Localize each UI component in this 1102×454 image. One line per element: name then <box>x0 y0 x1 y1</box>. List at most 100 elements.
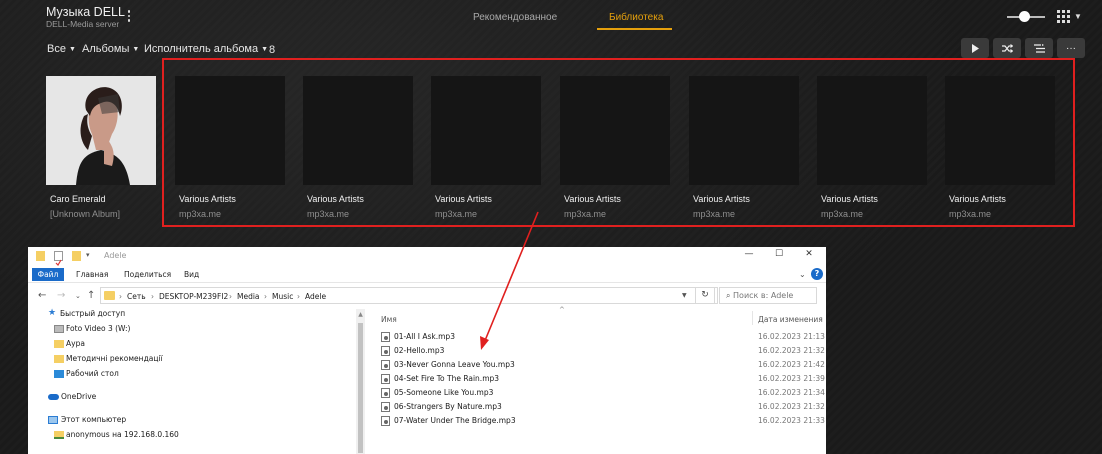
drive-icon <box>54 325 64 333</box>
shuffle-button[interactable] <box>993 38 1021 58</box>
back-arrow-icon[interactable]: ← <box>38 290 46 301</box>
file-date: 16.02.2023 21:34 <box>758 388 825 397</box>
folder-icon <box>36 251 45 261</box>
audio-file-icon <box>381 360 390 370</box>
breadcrumb-item[interactable]: DESKTOP-M239FI2 <box>159 292 228 301</box>
file-name[interactable]: 04-Set Fire To The Rain.mp3 <box>394 374 499 383</box>
filter-sort[interactable]: Исполнитель альбома ▼ <box>144 43 268 55</box>
shuffle-icon <box>1001 43 1013 53</box>
chevron-down-icon: ▼ <box>132 46 140 53</box>
filter-type[interactable]: Альбомы ▼ <box>82 43 139 55</box>
file-row[interactable]: 04-Set Fire To The Rain.mp3 16.02.2023 2… <box>368 372 826 386</box>
play-icon <box>972 43 979 53</box>
file-row[interactable]: 01-All I Ask.mp3 16.02.2023 21:13 <box>368 330 826 344</box>
folder-icon <box>104 291 115 300</box>
file-explorer-window: ▾ Adele — ☐ ✕ Файл Главная Поделиться Ви… <box>28 247 826 454</box>
breadcrumb-separator-icon[interactable]: › <box>229 292 232 301</box>
file-name[interactable]: 05-Someone Like You.mp3 <box>394 388 493 397</box>
file-row[interactable]: 03-Never Gonna Leave You.mp3 16.02.2023 … <box>368 358 826 372</box>
grid-view-icon[interactable] <box>1057 10 1070 23</box>
close-button[interactable]: ✕ <box>799 249 819 259</box>
tab-library[interactable]: Библиотека <box>609 12 663 23</box>
breadcrumb-item[interactable]: Media <box>237 292 260 301</box>
chevron-down-icon: ▼ <box>68 46 76 53</box>
ribbon-tab-share[interactable]: Поделиться <box>124 270 171 279</box>
nav-label: OneDrive <box>61 392 97 401</box>
zoom-slider-handle[interactable] <box>1019 11 1030 22</box>
add-to-playlist-button[interactable] <box>1025 38 1053 58</box>
file-row[interactable]: 05-Someone Like You.mp3 16.02.2023 21:34 <box>368 386 826 400</box>
scroll-up-icon[interactable]: ▲ <box>356 311 365 318</box>
play-button[interactable] <box>961 38 989 58</box>
ribbon-tab-view[interactable]: Вид <box>184 270 199 279</box>
breadcrumb-item[interactable]: Music <box>272 292 293 301</box>
explorer-titlebar: ▾ Adele — ☐ ✕ <box>28 247 826 266</box>
nav-label: Аура <box>66 339 85 348</box>
star-icon: ★ <box>48 308 57 318</box>
playlist-icon <box>1033 43 1045 53</box>
minimize-button[interactable]: — <box>739 249 759 259</box>
breadcrumb-item[interactable]: Сеть <box>127 292 146 301</box>
nav-label: Рабочий стол <box>66 369 119 378</box>
filter-type-label: Альбомы <box>82 43 130 55</box>
new-folder-icon[interactable] <box>72 251 81 261</box>
file-name[interactable]: 06-Strangers By Nature.mp3 <box>394 402 502 411</box>
help-icon[interactable]: ? <box>811 268 823 280</box>
file-name[interactable]: 02-Hello.mp3 <box>394 346 444 355</box>
album-title[interactable]: Caro Emerald <box>50 194 106 204</box>
navigation-pane: ★ Быстрый доступ Foto Video 3 (W:) Аура … <box>28 308 368 454</box>
kebab-menu-icon[interactable] <box>126 10 132 24</box>
ribbon-tab-file[interactable]: Файл <box>32 268 64 281</box>
search-input[interactable]: ⌕ Поиск в: Adele <box>719 287 817 304</box>
file-name[interactable]: 03-Never Gonna Leave You.mp3 <box>394 360 515 369</box>
file-date: 16.02.2023 21:33 <box>758 416 825 425</box>
server-title[interactable]: Музыка DELL <box>46 5 125 19</box>
expand-ribbon-icon[interactable]: ⌄ <box>799 270 806 279</box>
recent-locations-icon[interactable]: ⌄ <box>75 292 81 300</box>
forward-arrow-icon[interactable]: → <box>57 290 65 301</box>
filter-all-label: Все <box>47 43 66 55</box>
address-bar[interactable]: › Сеть › DESKTOP-M239FI2 › Media › Music… <box>100 287 718 304</box>
column-divider[interactable] <box>752 311 753 325</box>
file-row[interactable]: 07-Water Under The Bridge.mp3 16.02.2023… <box>368 414 826 428</box>
breadcrumb-separator-icon[interactable]: › <box>264 292 267 301</box>
breadcrumb-separator-icon[interactable]: › <box>151 292 154 301</box>
breadcrumb-item[interactable]: Adele <box>305 292 326 301</box>
network-folder-icon <box>54 431 64 439</box>
filter-all[interactable]: Все ▼ <box>47 43 76 55</box>
album-subtitle[interactable]: [Unknown Album] <box>50 209 120 219</box>
search-placeholder: Поиск в: Adele <box>733 291 794 300</box>
address-dropdown-icon[interactable]: ▼ <box>682 292 687 299</box>
column-header-name[interactable]: Имя <box>381 315 397 324</box>
tab-recommended[interactable]: Рекомендованное <box>473 12 557 23</box>
audio-file-icon <box>381 402 390 412</box>
chevron-down-icon[interactable]: ▼ <box>1074 12 1082 21</box>
file-date: 16.02.2023 21:39 <box>758 374 825 383</box>
more-icon: ··· <box>1066 42 1076 54</box>
desktop-icon <box>54 370 64 378</box>
nav-label: anonymous на 192.168.0.160 <box>66 430 179 439</box>
column-header-date[interactable]: Дата изменения <box>758 315 823 324</box>
up-arrow-icon[interactable]: ↑ <box>87 290 95 301</box>
refresh-button[interactable]: ↻ <box>695 287 715 304</box>
chevron-down-icon: ▼ <box>261 46 269 53</box>
album-card[interactable]: Caro Emerald [Unknown Album] <box>46 76 156 219</box>
file-row[interactable]: 06-Strangers By Nature.mp3 16.02.2023 21… <box>368 400 826 414</box>
file-name[interactable]: 07-Water Under The Bridge.mp3 <box>394 416 516 425</box>
active-tab-indicator <box>597 28 672 30</box>
maximize-button[interactable]: ☐ <box>769 249 789 259</box>
breadcrumb-separator-icon[interactable]: › <box>119 292 122 301</box>
customize-toolbar-icon[interactable]: ▾ <box>86 251 95 261</box>
album-cover-photo[interactable] <box>46 76 156 185</box>
ribbon-tab-home[interactable]: Главная <box>76 270 108 279</box>
breadcrumb-separator-icon[interactable]: › <box>297 292 300 301</box>
nav-scrollbar[interactable]: ▲ <box>356 309 365 454</box>
properties-icon[interactable] <box>54 251 63 266</box>
window-title: Adele <box>104 251 127 260</box>
server-subtitle: DELL-Media server <box>46 19 120 29</box>
file-date: 16.02.2023 21:13 <box>758 332 825 341</box>
more-button[interactable]: ··· <box>1057 38 1085 58</box>
file-row[interactable]: 02-Hello.mp3 16.02.2023 21:32 <box>368 344 826 358</box>
file-name[interactable]: 01-All I Ask.mp3 <box>394 332 455 341</box>
scrollbar-thumb[interactable] <box>358 323 363 453</box>
